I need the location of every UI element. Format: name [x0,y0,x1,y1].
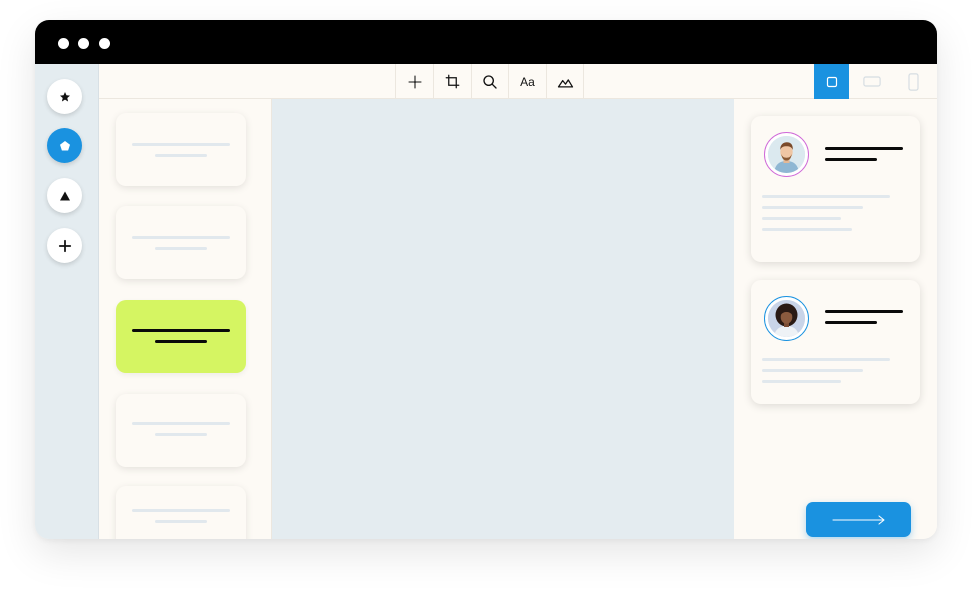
avatar-ring [764,132,809,177]
title-line [825,158,877,161]
window-dot-maximize[interactable] [99,38,110,49]
landscape-icon [557,78,573,88]
placeholder-line [155,340,207,343]
placeholder-line [155,154,207,157]
text-line [762,206,863,209]
rail-star-button[interactable] [47,79,82,114]
slide-card[interactable] [116,206,246,279]
text-line [762,369,863,372]
tool-move[interactable] [395,64,433,99]
rail-add-button[interactable] [47,228,82,263]
next-button[interactable] [806,502,911,537]
tool-zoom[interactable] [471,64,508,99]
placeholder-line [132,143,230,146]
title-line [825,321,877,324]
placeholder-line [132,509,230,512]
view-landscape-button[interactable] [854,64,889,99]
star-icon [59,91,70,101]
name-line [825,310,903,313]
square-view-icon [826,76,837,87]
text-line [762,228,852,231]
app-window: Aa [35,20,937,539]
crop-icon [445,74,460,89]
placeholder-line [132,329,230,332]
name-line [825,147,903,150]
tool-landscape[interactable] [546,64,584,99]
placeholder-line [132,422,230,425]
slide-card[interactable] [116,394,246,467]
text-line [762,380,841,383]
man-avatar [768,136,805,173]
rail-pentagon-button[interactable] [47,128,82,163]
avatar-ring [764,296,809,341]
text-icon: Aa [520,74,535,89]
landscape-view-icon [862,76,881,87]
profile-card[interactable] [751,116,920,262]
slide-card[interactable] [116,486,246,539]
profiles-panel [734,99,937,539]
triangle-icon [59,191,70,200]
editor-canvas[interactable] [272,99,734,539]
tool-crop[interactable] [433,64,471,99]
window-dot-minimize[interactable] [78,38,89,49]
woman-avatar [768,300,805,337]
tool-text[interactable]: Aa [508,64,546,99]
view-portrait-button[interactable] [896,64,931,99]
text-line [762,217,841,220]
placeholder-line [132,236,230,239]
text-line [762,358,890,361]
window-dot-close[interactable] [58,38,69,49]
pentagon-icon [59,140,70,150]
view-square-button[interactable] [814,64,849,99]
plus-icon [58,239,71,252]
shape-rail [35,64,99,539]
toolbar: Aa [99,64,937,99]
slide-card[interactable] [116,113,246,186]
title-bar [35,20,937,64]
placeholder-line [155,247,207,250]
placeholder-line [155,433,207,436]
text-line [762,195,890,198]
rail-triangle-button[interactable] [47,178,82,213]
arrow-right-icon [831,514,885,525]
slides-panel [99,99,272,539]
slide-card-selected[interactable] [116,300,246,373]
placeholder-line [155,520,207,523]
move-crosshair-icon [407,74,422,89]
portrait-view-icon [908,72,919,91]
profile-card[interactable] [751,280,920,404]
search-icon [483,74,497,89]
